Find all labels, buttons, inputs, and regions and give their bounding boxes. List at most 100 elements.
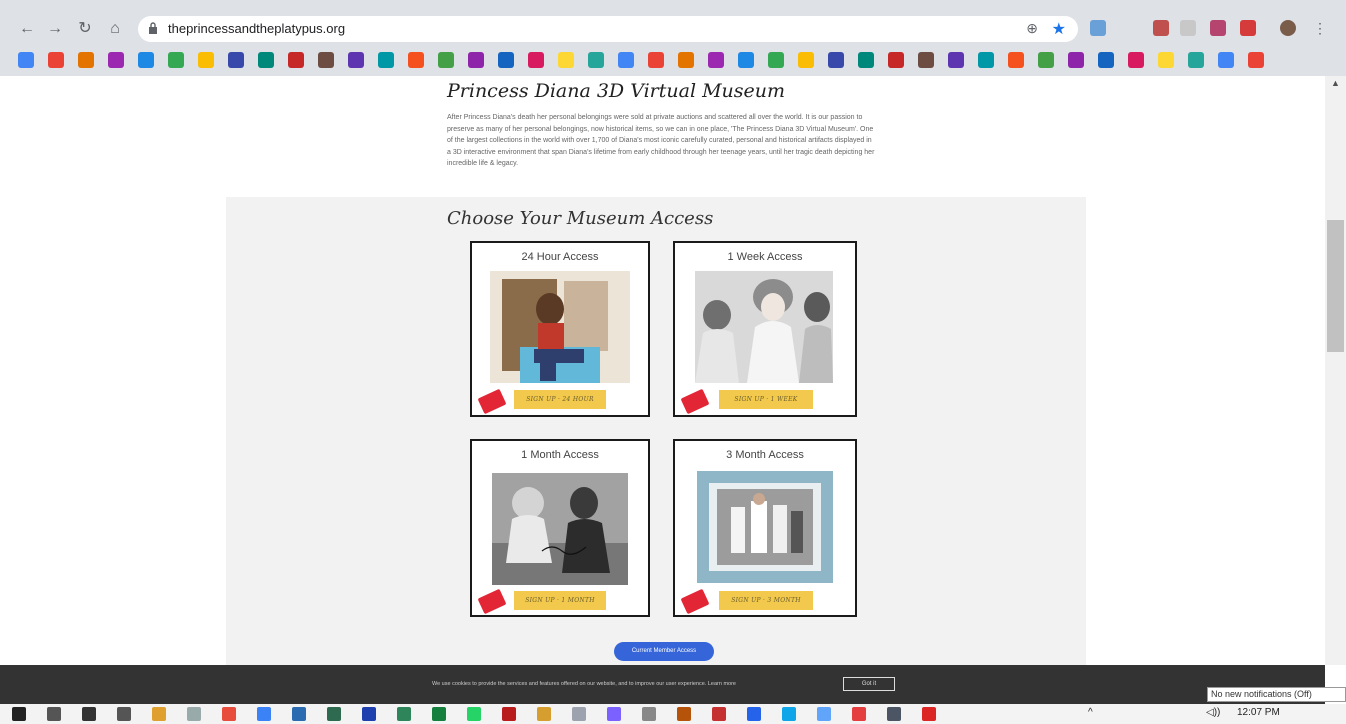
signup-3-month-button[interactable]: SIGN UP · 3 MONTH [719, 591, 813, 610]
access-panel: Choose Your Museum Access 24 Hour Access… [226, 197, 1086, 665]
zoom-icon[interactable]: ⊕ [1026, 20, 1038, 37]
forward-button[interactable]: → [44, 18, 66, 40]
bookmark-favicon-icon[interactable] [888, 52, 904, 68]
bookmark-favicon-icon[interactable] [588, 52, 604, 68]
card-title: 1 Month Access [521, 449, 599, 461]
taskbar-app-icon[interactable] [607, 707, 621, 721]
bookmark-favicon-icon[interactable] [1008, 52, 1024, 68]
bookmark-favicon-icon[interactable] [1068, 52, 1084, 68]
bookmark-favicon-icon[interactable] [528, 52, 544, 68]
profile-avatar-icon[interactable] [1280, 20, 1296, 36]
bookmark-favicon-icon[interactable] [708, 52, 724, 68]
bookmark-favicon-icon[interactable] [798, 52, 814, 68]
bookmark-favicon-icon[interactable] [348, 52, 364, 68]
extension-icon[interactable] [1153, 20, 1169, 36]
taskbar-app-icon[interactable] [257, 707, 271, 721]
bookmark-favicon-icon[interactable] [438, 52, 454, 68]
bookmark-favicon-icon[interactable] [468, 52, 484, 68]
taskbar-app-icon[interactable] [117, 707, 131, 721]
taskbar-app-icon[interactable] [187, 707, 201, 721]
bookmark-favicon-icon[interactable] [678, 52, 694, 68]
bookmark-favicon-icon[interactable] [1248, 52, 1264, 68]
volume-icon[interactable]: ◁)) [1206, 707, 1220, 718]
reload-button[interactable]: ↻ [74, 18, 96, 40]
taskbar-app-icon[interactable] [747, 707, 761, 721]
bookmark-favicon-icon[interactable] [1158, 52, 1174, 68]
bookmark-favicon-icon[interactable] [108, 52, 124, 68]
taskbar-app-icon[interactable] [887, 707, 901, 721]
taskbar-app-icon[interactable] [817, 707, 831, 721]
taskbar-app-icon[interactable] [222, 707, 236, 721]
bookmark-favicon-icon[interactable] [978, 52, 994, 68]
bookmark-favicon-icon[interactable] [48, 52, 64, 68]
bookmark-favicon-icon[interactable] [1038, 52, 1054, 68]
bookmark-favicon-icon[interactable] [1188, 52, 1204, 68]
bookmark-favicon-icon[interactable] [258, 52, 274, 68]
bookmark-favicon-icon[interactable] [558, 52, 574, 68]
bookmark-star-icon[interactable]: ★ [1052, 19, 1066, 39]
taskbar-app-icon[interactable] [572, 707, 586, 721]
extension-icon[interactable] [1180, 20, 1196, 36]
taskbar-app-icon[interactable] [397, 707, 411, 721]
bookmark-favicon-icon[interactable] [318, 52, 334, 68]
bookmark-favicon-icon[interactable] [948, 52, 964, 68]
taskbar-app-icon[interactable] [677, 707, 691, 721]
bookmark-favicon-icon[interactable] [768, 52, 784, 68]
bookmark-favicon-icon[interactable] [498, 52, 514, 68]
show-hidden-icons-caret[interactable]: ^ [1088, 707, 1093, 718]
home-button[interactable]: ⌂ [104, 18, 126, 40]
page-scrollbar[interactable]: ▲ [1325, 76, 1346, 665]
bookmark-favicon-icon[interactable] [918, 52, 934, 68]
bookmark-favicon-icon[interactable] [738, 52, 754, 68]
bookmark-favicon-icon[interactable] [1098, 52, 1114, 68]
taskbar-app-icon[interactable] [537, 707, 551, 721]
bookmark-favicon-icon[interactable] [228, 52, 244, 68]
taskbar-app-icon[interactable] [292, 707, 306, 721]
bookmark-favicon-icon[interactable] [648, 52, 664, 68]
bookmark-favicon-icon[interactable] [198, 52, 214, 68]
signup-1-week-button[interactable]: SIGN UP · 1 WEEK [719, 390, 813, 409]
scroll-thumb[interactable] [1327, 220, 1344, 352]
current-member-access-button[interactable]: Current Member Access [614, 642, 714, 661]
taskbar-app-icon[interactable] [327, 707, 341, 721]
taskbar-app-icon[interactable] [362, 707, 376, 721]
bookmark-favicon-icon[interactable] [408, 52, 424, 68]
card-title: 3 Month Access [726, 449, 804, 461]
bookmark-favicon-icon[interactable] [1128, 52, 1144, 68]
menu-icon[interactable]: ⋮ [1312, 20, 1328, 36]
bookmark-favicon-icon[interactable] [828, 52, 844, 68]
taskbar-app-icon[interactable] [712, 707, 726, 721]
taskbar-app-icon[interactable] [782, 707, 796, 721]
back-button[interactable]: ← [16, 18, 38, 40]
signup-1-month-button[interactable]: SIGN UP · 1 MONTH [514, 591, 606, 610]
access-title: Choose Your Museum Access [447, 208, 714, 229]
bookmark-favicon-icon[interactable] [858, 52, 874, 68]
bookmark-favicon-icon[interactable] [168, 52, 184, 68]
bookmark-favicon-icon[interactable] [1218, 52, 1234, 68]
address-bar[interactable]: theprincessandtheplatypus.org ⊕ ★ [138, 16, 1078, 42]
extension-icon[interactable] [1210, 20, 1226, 36]
cookie-accept-button[interactable]: Got it [843, 677, 895, 691]
taskbar-app-icon[interactable] [642, 707, 656, 721]
extension-icon[interactable] [1240, 20, 1256, 36]
taskbar-app-icon[interactable] [152, 707, 166, 721]
taskbar-app-icon[interactable] [432, 707, 446, 721]
bookmark-favicon-icon[interactable] [18, 52, 34, 68]
card-title: 24 Hour Access [521, 251, 599, 263]
bookmark-favicon-icon[interactable] [78, 52, 94, 68]
bookmark-favicon-icon[interactable] [618, 52, 634, 68]
taskbar-app-icon[interactable] [922, 707, 936, 721]
taskbar-app-icon[interactable] [852, 707, 866, 721]
taskbar-app-icon[interactable] [467, 707, 481, 721]
taskbar-app-icon[interactable] [47, 707, 61, 721]
taskbar-app-icon[interactable] [502, 707, 516, 721]
taskbar-app-icon[interactable] [82, 707, 96, 721]
scroll-up-arrow-icon[interactable]: ▲ [1329, 78, 1342, 90]
taskbar-app-icon[interactable] [12, 707, 26, 721]
bookmark-favicon-icon[interactable] [288, 52, 304, 68]
bookmark-favicon-icon[interactable] [138, 52, 154, 68]
extension-icon[interactable] [1090, 20, 1106, 36]
taskbar-clock[interactable]: 12:07 PM [1237, 707, 1280, 718]
signup-24-hour-button[interactable]: SIGN UP · 24 HOUR [514, 390, 606, 409]
bookmark-favicon-icon[interactable] [378, 52, 394, 68]
